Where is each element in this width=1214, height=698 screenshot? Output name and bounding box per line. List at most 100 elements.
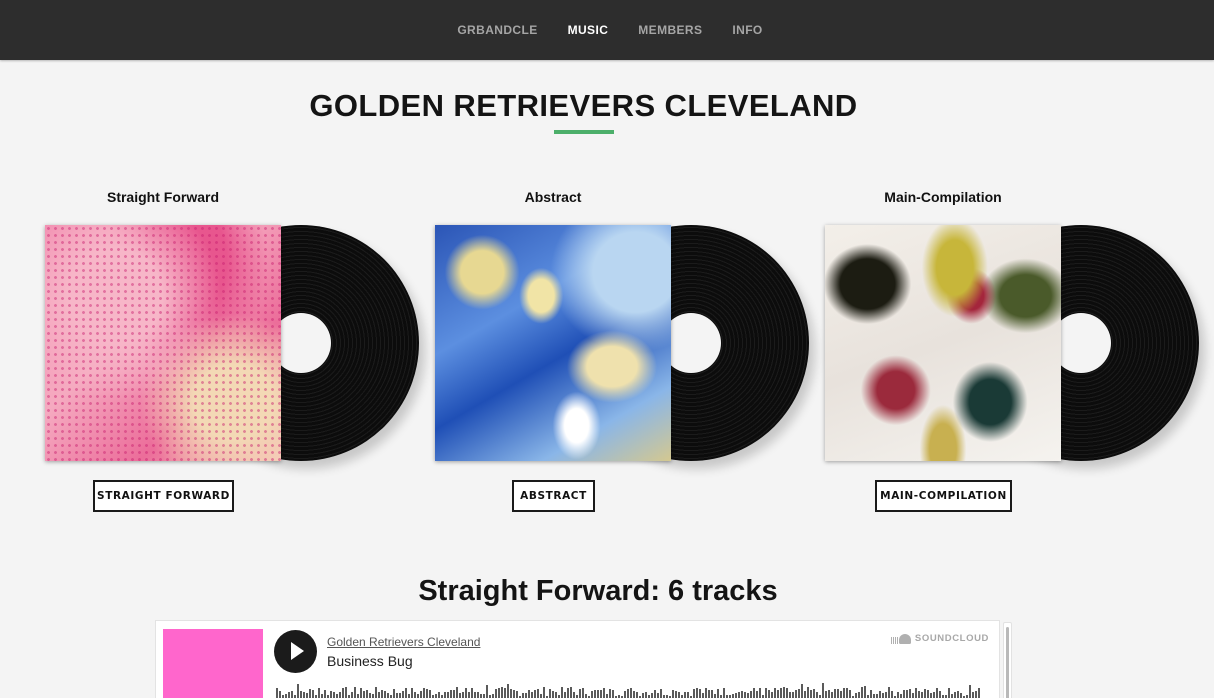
waveform-bar <box>600 690 602 698</box>
waveform-bar <box>570 687 572 698</box>
waveform-bar <box>879 691 881 698</box>
waveform-bar <box>846 688 848 698</box>
waveform-bar <box>885 692 887 698</box>
artist-link[interactable]: Golden Retrievers Cleveland <box>327 635 480 649</box>
waveform-bar <box>627 689 629 698</box>
waveform-bar <box>684 692 686 698</box>
nav-link-members[interactable]: MEMBERS <box>638 23 702 37</box>
waveform-bar <box>423 688 425 698</box>
waveform-bar <box>933 692 935 698</box>
waveform-bar <box>759 688 761 698</box>
waveform-bar <box>354 687 356 698</box>
waveform-bar <box>507 684 509 698</box>
waveform-bar <box>585 694 587 698</box>
nav-link-grbandcle[interactable]: GRBANDCLE <box>457 23 537 37</box>
waveform-bar <box>567 688 569 698</box>
waveform-bar <box>384 691 386 698</box>
waveform-bar <box>960 693 962 698</box>
waveform-bar <box>714 694 716 698</box>
waveform-bar <box>339 692 341 698</box>
waveform-bar <box>291 691 293 698</box>
track-artwork[interactable] <box>163 629 263 698</box>
waveform-bar <box>345 687 347 698</box>
waveform-bar <box>828 690 830 698</box>
abstract-button[interactable]: ABSTRACT <box>512 480 595 512</box>
waveform-bar <box>753 688 755 698</box>
waveform[interactable] <box>276 681 981 698</box>
waveform-bar <box>897 692 899 698</box>
waveform-bar <box>606 694 608 698</box>
waveform-bar <box>285 694 287 698</box>
album-cover[interactable] <box>825 225 1061 461</box>
waveform-bar <box>612 690 614 698</box>
waveform-bar <box>330 691 332 698</box>
waveform-bar <box>903 690 905 698</box>
waveform-bar <box>453 690 455 698</box>
waveform-bar <box>276 688 278 698</box>
waveform-bar <box>495 689 497 698</box>
waveform-bar <box>486 685 488 698</box>
waveform-bar <box>900 694 902 698</box>
waveform-bar <box>540 694 542 698</box>
waveform-bar <box>396 693 398 698</box>
waveform-bar <box>948 688 950 698</box>
waveform-bar <box>738 692 740 698</box>
waveform-bar <box>783 687 785 698</box>
waveform-bar <box>765 688 767 698</box>
waveform-bar <box>831 692 833 698</box>
waveform-bar <box>591 691 593 698</box>
waveform-bar <box>975 691 977 698</box>
waveform-bar <box>444 692 446 698</box>
waveform-bar <box>921 692 923 698</box>
waveform-bar <box>336 694 338 698</box>
waveform-bar <box>561 687 563 698</box>
play-icon[interactable] <box>274 630 317 673</box>
scrollbar-thumb[interactable] <box>1006 627 1009 698</box>
waveform-bar <box>318 688 320 698</box>
waveform-bar <box>978 688 980 698</box>
waveform-bar <box>321 694 323 698</box>
player-scrollbar[interactable] <box>1003 622 1012 698</box>
waveform-bar <box>807 687 809 698</box>
waveform-bar <box>957 691 959 698</box>
album-title: Abstract <box>524 189 582 205</box>
nav-menu: GRBANDCLE MUSIC MEMBERS INFO <box>457 23 762 37</box>
waveform-bar <box>405 688 407 698</box>
waveform-bar <box>594 690 596 698</box>
nav-link-music[interactable]: MUSIC <box>568 23 609 37</box>
waveform-bar <box>360 688 362 698</box>
waveform-bar <box>675 691 677 698</box>
main-compilation-button[interactable]: MAIN-COMPILATION <box>875 480 1012 512</box>
waveform-bar <box>693 689 695 698</box>
waveform-bar <box>906 690 908 698</box>
waveform-bar <box>465 688 467 698</box>
nav-link-info[interactable]: INFO <box>732 23 762 37</box>
waveform-bar <box>678 692 680 698</box>
waveform-bar <box>750 691 752 698</box>
waveform-bar <box>375 687 377 698</box>
waveform-bar <box>474 692 476 698</box>
waveform-bar <box>816 692 818 698</box>
album-cover[interactable] <box>435 225 671 461</box>
waveform-bar <box>483 694 485 698</box>
waveform-bar <box>891 691 893 698</box>
soundcloud-brand[interactable]: SOUNDCLOUD <box>890 633 989 644</box>
waveform-bar <box>324 690 326 698</box>
waveform-bar <box>930 693 932 698</box>
waveform-bar <box>366 690 368 698</box>
soundcloud-player: Golden Retrievers Cleveland Business Bug… <box>155 620 1000 698</box>
waveform-bar <box>447 692 449 698</box>
waveform-bar <box>636 692 638 698</box>
waveform-bar <box>435 694 437 698</box>
waveform-bar <box>969 685 971 698</box>
waveform-bar <box>552 691 554 698</box>
straight-forward-button[interactable]: STRAIGHT FORWARD <box>93 480 234 512</box>
waveform-bar <box>288 692 290 698</box>
album-title: Main-Compilation <box>884 189 1002 205</box>
waveform-bar <box>630 688 632 698</box>
waveform-bar <box>525 693 527 698</box>
waveform-bar <box>420 691 422 698</box>
album-cover[interactable] <box>45 225 281 461</box>
waveform-bar <box>480 694 482 698</box>
track-title[interactable]: Business Bug <box>327 653 413 669</box>
